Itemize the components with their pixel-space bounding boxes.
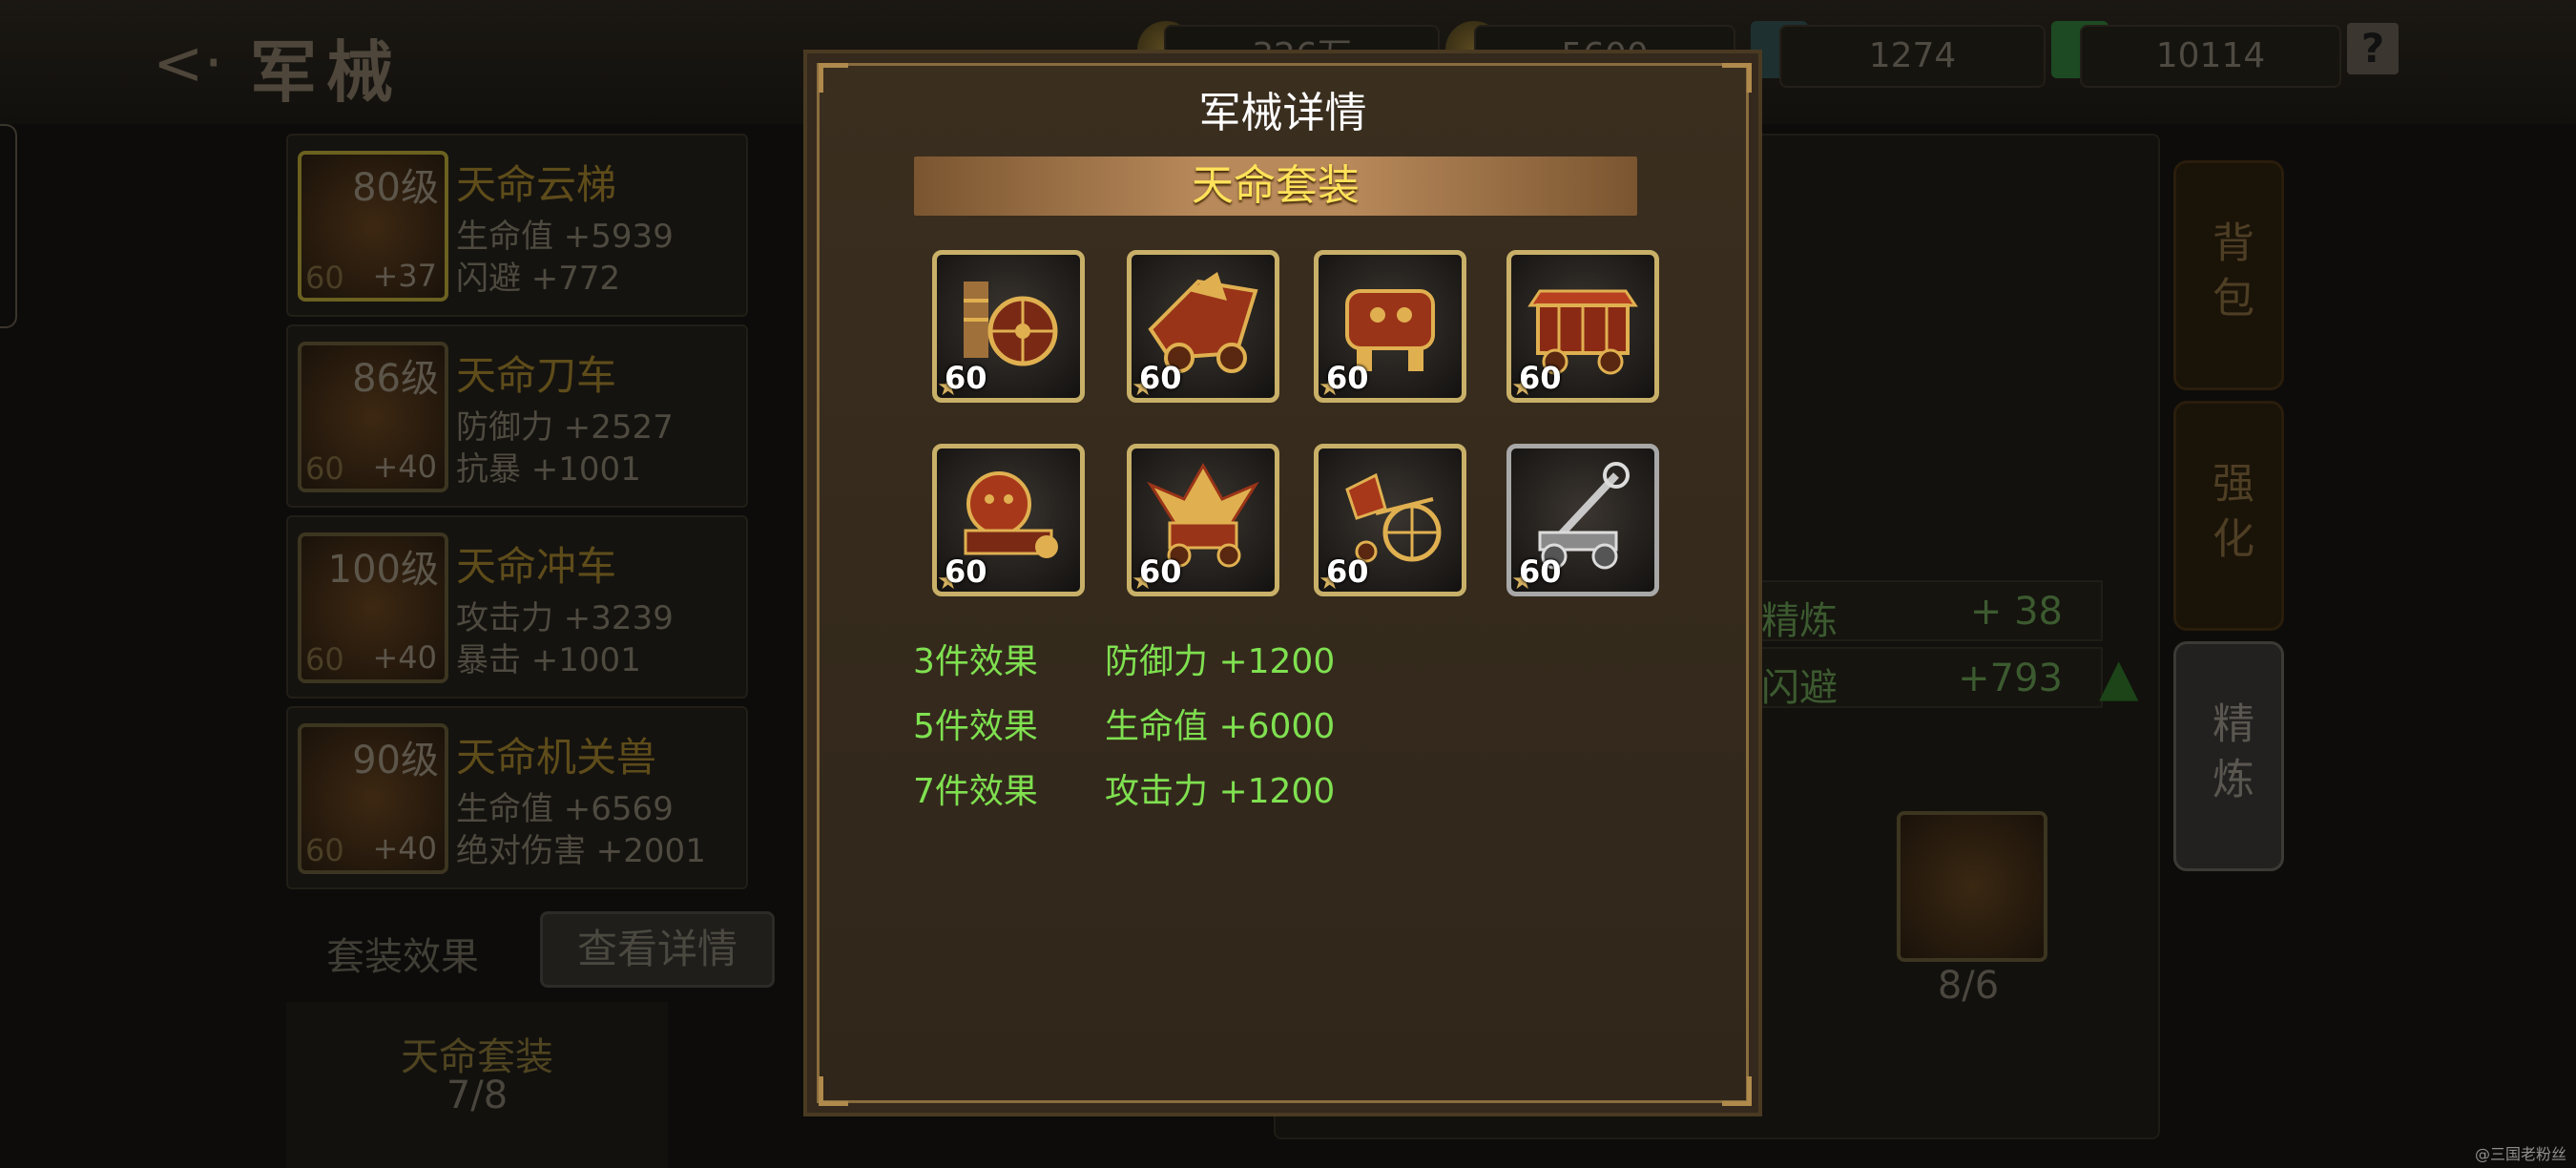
equipment-stat: 闪避 +772 xyxy=(456,260,621,298)
item-level: 60 xyxy=(1326,360,1369,396)
equipment-stat: 抗暴 +1001 xyxy=(456,450,641,489)
item-level: 60 xyxy=(1139,553,1182,590)
set-item[interactable]: ★ 60 xyxy=(932,250,1085,403)
equipment-stat: 攻击力 +3239 xyxy=(456,599,674,637)
item-level: 60 xyxy=(945,553,987,590)
stat-value: +793 xyxy=(1958,657,2063,700)
item-level: 60 xyxy=(1139,360,1182,396)
set-item[interactable]: ★ 60 xyxy=(1506,250,1659,403)
equipment-icon: 86级 60 +40 xyxy=(298,342,448,492)
stat-name: 精炼 xyxy=(1761,599,1838,643)
set-effect-threshold: 3件效果 xyxy=(913,642,1038,681)
star-level: 60 xyxy=(305,450,344,487)
equipment-card[interactable]: 86级 60 +40 天命刀车 防御力 +2527 抗暴 +1001 xyxy=(286,324,748,508)
set-summary-count: 7/8 xyxy=(446,1074,509,1117)
resource-crystal: 1274 xyxy=(1779,25,2046,88)
enhance-level: +40 xyxy=(372,639,437,676)
set-effect-threshold: 7件效果 xyxy=(913,772,1038,811)
up-arrow-icon: ▲ xyxy=(2099,647,2139,707)
star-level: 60 xyxy=(305,832,344,868)
help-button[interactable]: ? xyxy=(2347,23,2399,74)
equipment-level: 86级 xyxy=(352,357,439,401)
set-item[interactable]: ★ 60 xyxy=(1314,444,1466,596)
star-level: 60 xyxy=(305,260,344,296)
equipment-stat: 暴击 +1001 xyxy=(456,641,641,679)
equipment-stat: 防御力 +2527 xyxy=(456,408,674,447)
item-level: 60 xyxy=(1519,553,1562,590)
equipment-level: 80级 xyxy=(352,166,439,210)
tab-enhance[interactable]: 强化 xyxy=(2173,401,2284,631)
watermark: @三国老粉丝 xyxy=(2474,1145,2566,1163)
item-level: 60 xyxy=(1519,360,1562,396)
page-title: 军械 xyxy=(250,33,403,112)
equipment-icon: 80级 60 +37 xyxy=(298,151,448,302)
equipment-name: 天命冲车 xyxy=(456,543,617,590)
set-effect-label: 套装效果 xyxy=(326,935,479,979)
frame-corner-ornament xyxy=(1722,1076,1752,1106)
item-level: 60 xyxy=(1326,553,1369,590)
set-item[interactable]: ★ 60 xyxy=(1506,444,1659,596)
equipment-stat: 生命值 +6569 xyxy=(456,790,674,828)
equipment-name: 天命云梯 xyxy=(456,161,617,208)
equipment-stat: 绝对伤害 +2001 xyxy=(456,832,706,870)
equipment-icon: 100级 60 +40 xyxy=(298,532,448,683)
set-effect-threshold: 5件效果 xyxy=(913,707,1038,746)
left-tab-handle[interactable] xyxy=(0,124,17,328)
enhance-level: +40 xyxy=(372,830,437,866)
set-item[interactable]: ★ 60 xyxy=(1127,444,1279,596)
set-effect-bonus: 攻击力 +1200 xyxy=(1105,772,1336,811)
enhance-level: +40 xyxy=(372,448,437,485)
equipment-card[interactable]: 80级 60 +37 天命云梯 生命值 +5939 闪避 +772 xyxy=(286,134,748,317)
equipment-name: 天命刀车 xyxy=(456,352,617,399)
tab-refine[interactable]: 精炼 xyxy=(2173,641,2284,871)
modal-title: 军械详情 xyxy=(1198,89,1367,137)
set-name: 天命套装 xyxy=(1192,161,1360,210)
equipment-card[interactable]: 90级 60 +40 天命机关兽 生命值 +6569 绝对伤害 +2001 xyxy=(286,706,748,889)
equipment-icon: 90级 60 +40 xyxy=(298,723,448,874)
equipment-level: 90级 xyxy=(352,739,439,782)
set-item[interactable]: ★ 60 xyxy=(932,444,1085,596)
set-effect-bonus: 防御力 +1200 xyxy=(1105,642,1336,681)
tab-backpack[interactable]: 背包 xyxy=(2173,160,2284,390)
equipment-card[interactable]: 100级 60 +40 天命冲车 攻击力 +3239 暴击 +1001 xyxy=(286,515,748,699)
enhance-level: +37 xyxy=(372,258,437,294)
refine-stat-row: 精炼 + 38 xyxy=(1736,580,2103,643)
star-level: 60 xyxy=(305,641,344,678)
dodge-stat-row: 闪避 +793 xyxy=(1736,647,2103,710)
set-item[interactable]: ★ 60 xyxy=(1127,250,1279,403)
stat-name: 闪避 xyxy=(1761,666,1838,710)
set-item[interactable]: ★ 60 xyxy=(1314,250,1466,403)
set-effect-bonus: 生命值 +6000 xyxy=(1105,707,1336,746)
stat-value: + 38 xyxy=(1969,590,2063,634)
frame-corner-ornament xyxy=(819,1076,848,1106)
resource-jade: 10114 xyxy=(2080,25,2341,88)
equipment-name: 天命机关兽 xyxy=(456,734,657,781)
view-details-button[interactable]: 查看详情 xyxy=(540,911,775,988)
item-level: 60 xyxy=(945,360,987,396)
fragment-count: 8/6 xyxy=(1937,964,2000,1008)
back-arrow-icon[interactable]: <· xyxy=(153,29,223,99)
fragment-icon[interactable] xyxy=(1897,811,2047,962)
equipment-level: 100级 xyxy=(327,548,439,592)
equipment-stat: 生命值 +5939 xyxy=(456,218,674,256)
